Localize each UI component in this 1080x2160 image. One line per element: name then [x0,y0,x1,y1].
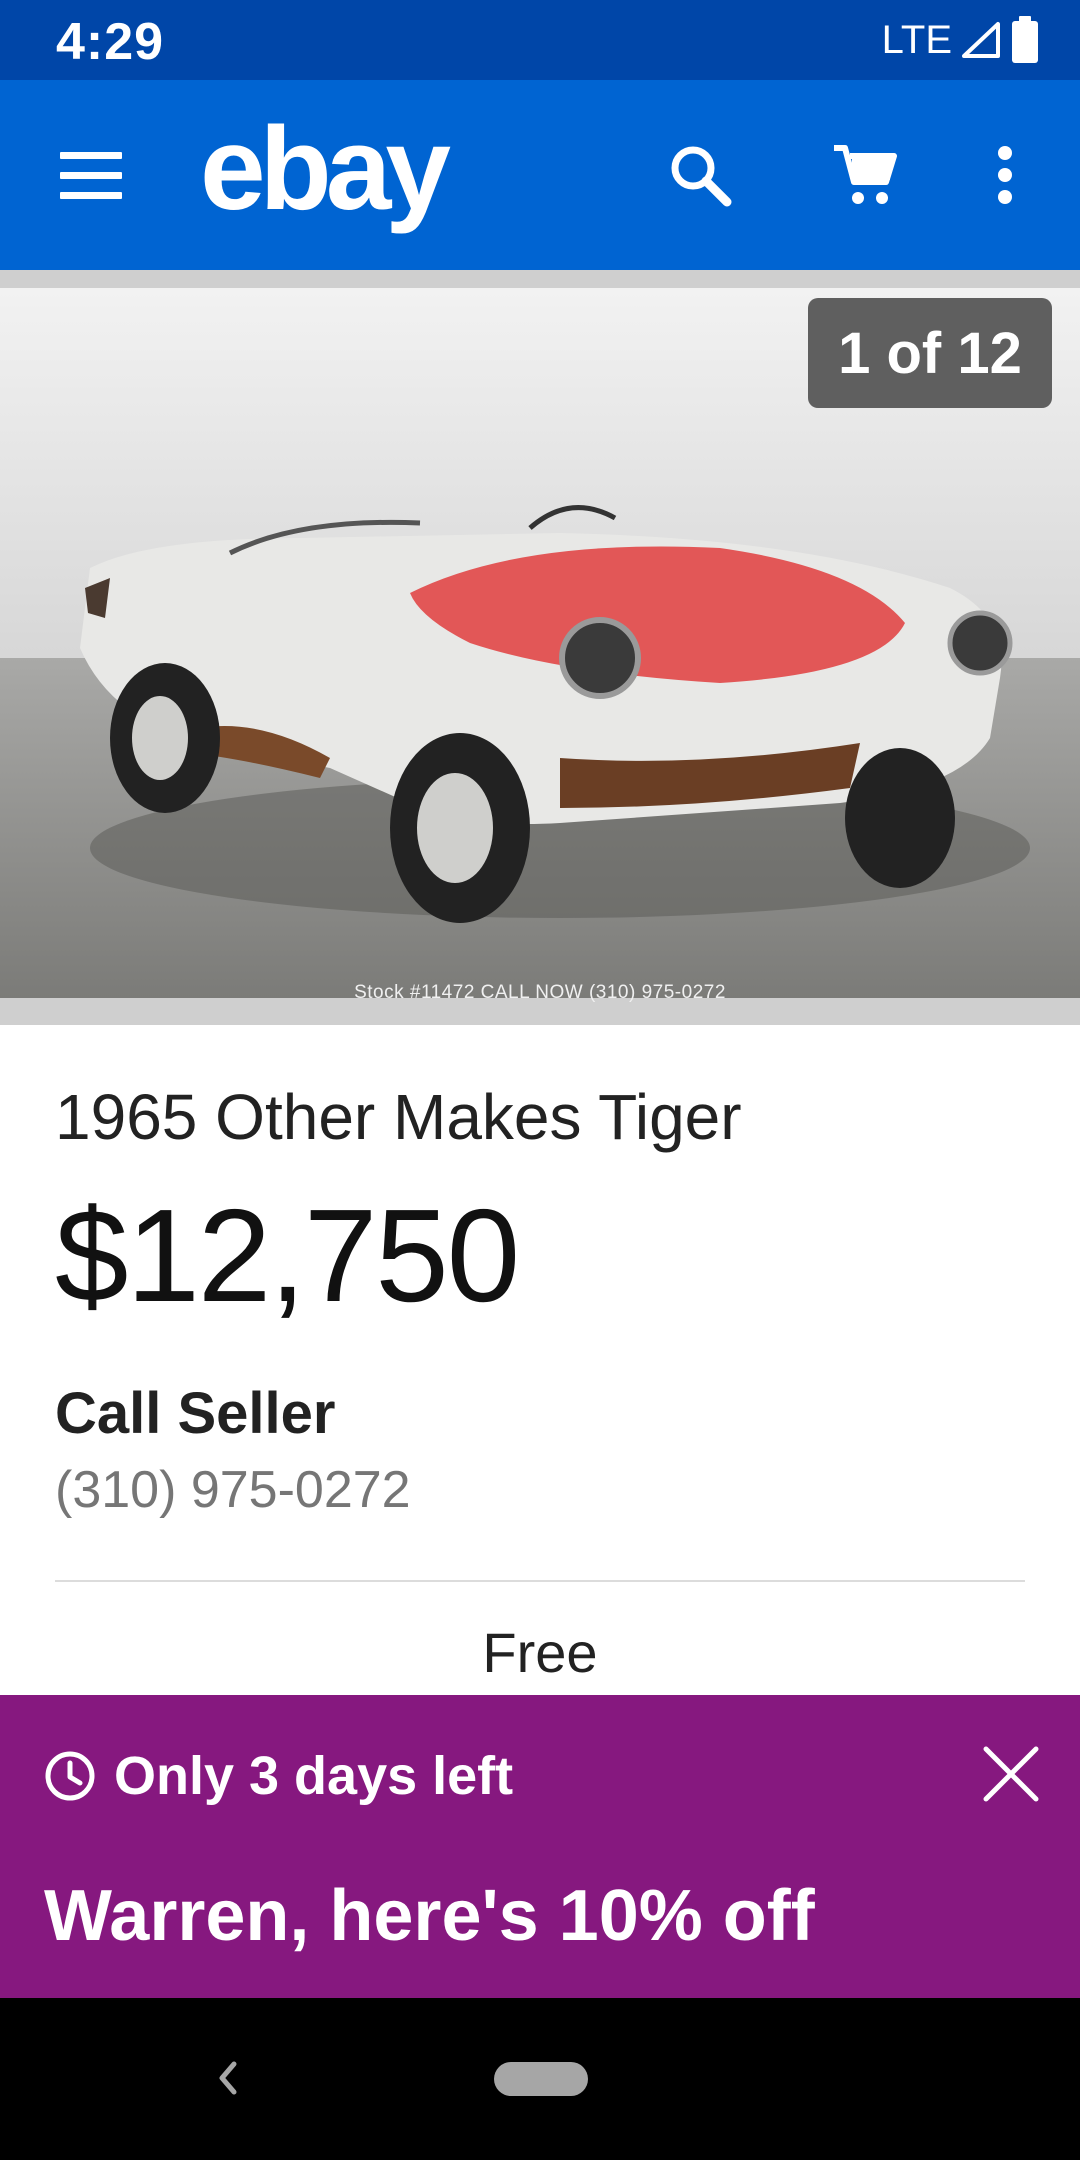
item-title: 1965 Other Makes Tiger [55,1081,742,1153]
system-nav-bar [0,1998,1080,2160]
promo-banner[interactable]: Only 3 days left Warren, here's 10% off [0,1695,1080,1998]
photo-watermark: Stock #11472 CALL NOW (310) 975-0272 [354,982,726,1003]
clock-icon [45,1751,95,1801]
search-icon[interactable] [655,130,745,220]
promo-timer: Only 3 days left [44,1745,513,1807]
status-bar: 4:29 LTE [0,0,1080,80]
image-gallery[interactable]: 1 of 12 Stock #11472 CALL NOW (310) 975-… [0,270,1080,1025]
battery-icon [1012,16,1038,63]
promo-days-left: Only 3 days left [114,1746,514,1806]
ebay-logo[interactable]: ebay [200,110,451,228]
more-vert-icon[interactable] [960,130,1050,220]
divider [55,1580,1025,1582]
back-icon[interactable] [200,2048,260,2108]
seller-phone-link[interactable]: (310) 975-0272 [55,1460,411,1520]
network-label: LTE [881,17,952,62]
item-price: $12,750 [55,1182,520,1329]
shipping-cost: Free [482,1621,598,1684]
home-pill-button[interactable] [494,2062,588,2096]
promo-offer-text[interactable]: Warren, here's 10% off [44,1875,815,1957]
status-icons: LTE [882,14,1040,66]
call-seller-label: Call Seller [55,1381,336,1446]
signal-icon [962,22,1000,58]
hamburger-menu-icon[interactable] [60,152,126,200]
cart-icon[interactable] [820,130,910,220]
close-icon[interactable] [980,1743,1042,1805]
image-counter: 1 of 12 [808,298,1052,408]
status-time: 4:29 [56,13,165,71]
app-bar: ebay [0,80,1080,270]
